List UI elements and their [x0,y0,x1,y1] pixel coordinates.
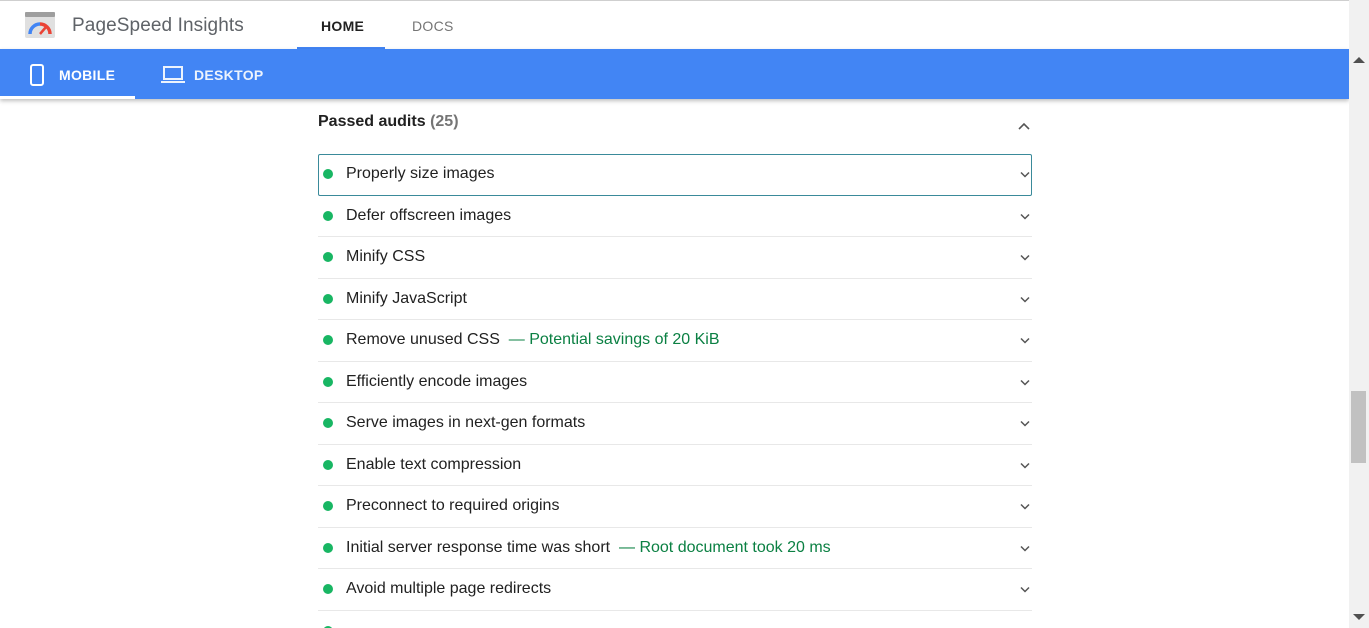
audit-title: Properly size images [346,165,495,182]
tab-home[interactable]: HOME [321,18,364,34]
audit-item[interactable]: Minify JavaScript [318,279,1032,320]
passed-audits-header[interactable]: Passed audits (25) [318,113,459,131]
chevron-down-icon [1020,213,1030,220]
chevron-down-icon [1020,337,1030,344]
chevron-down-icon [1020,503,1030,510]
audit-title: Avoid multiple page redirects [346,580,552,597]
scrollbar-thumb[interactable] [1351,391,1366,463]
audit-title: Serve images in next-gen formats [346,414,586,431]
chevron-down-icon [1020,462,1030,469]
smartphone-icon [30,64,44,86]
chevron-up-icon[interactable] [1018,122,1030,130]
app-title: PageSpeed Insights [72,15,244,36]
audit-item[interactable]: Defer offscreen images [318,196,1032,237]
pagespeed-logo-icon [25,12,55,38]
audit-savings: — Root document took 20 ms [619,538,831,556]
pass-indicator-icon [323,418,333,428]
audit-title: Initial server response time was short —… [346,538,831,556]
audit-item[interactable]: Initial server response time was short —… [318,528,1032,569]
chevron-down-icon [1020,379,1030,386]
active-device-indicator [0,96,135,99]
audit-item[interactable]: Minify CSS [318,237,1032,279]
chevron-down-icon [1020,545,1030,552]
audit-title: Preconnect to required origins [346,497,560,514]
pass-indicator-icon [323,335,333,345]
chevron-down-icon [1020,254,1030,261]
audit-item[interactable]: Avoid multiple page redirects [318,569,1032,611]
audit-title: Defer offscreen images [346,206,512,224]
audit-title: Enable text compression [346,455,522,473]
chevron-down-icon [1020,586,1030,593]
chevron-down-icon [1020,171,1030,178]
chevron-down-icon [1020,420,1030,427]
audit-title: Efficiently encode images [346,372,528,390]
audit-item[interactable]: Preconnect to required origins [318,486,1032,528]
pass-indicator-icon [323,584,333,594]
pass-indicator-icon [323,542,333,553]
top-header: PageSpeed Insights HOME DOCS [0,0,1349,50]
page-viewport: PageSpeed Insights HOME DOCS MOBILE DESK… [0,0,1349,628]
laptop-icon [161,66,185,83]
audit-title: Remove unused CSS — Potential savings of… [346,331,720,348]
vertical-scrollbar[interactable] [1349,0,1369,628]
pass-indicator-icon [323,169,333,179]
pass-indicator-icon [323,501,333,511]
pass-indicator-icon [323,376,333,387]
audit-item[interactable]: Serve images in next-gen formats [318,403,1032,445]
audit-item[interactable]: Properly size images [318,154,1032,196]
tab-mobile[interactable]: MOBILE [0,49,135,99]
scroll-up-arrow-icon[interactable] [1353,57,1365,63]
tab-docs[interactable]: DOCS [412,18,454,34]
pass-indicator-icon [323,252,333,262]
scroll-down-arrow-icon[interactable] [1353,614,1365,620]
audit-list: Properly size images Defer offscreen ima… [318,154,1032,628]
pass-indicator-icon [323,293,333,304]
section-title: Passed audits [318,113,426,130]
chevron-down-icon [1020,296,1030,303]
audit-item[interactable]: Efficiently encode images [318,362,1032,403]
audit-item[interactable]: Enable text compression [318,445,1032,486]
pass-indicator-icon [323,210,333,221]
device-tab-bar: MOBILE DESKTOP [0,49,1349,99]
audit-item[interactable] [318,611,1032,628]
audit-item[interactable]: Remove unused CSS — Potential savings of… [318,320,1032,362]
pass-indicator-icon [323,459,333,470]
audit-savings: — Potential savings of 20 KiB [508,331,720,348]
tab-desktop[interactable]: DESKTOP [135,49,275,99]
audit-title: Minify JavaScript [346,289,467,307]
tab-desktop-label: DESKTOP [194,67,264,83]
tab-mobile-label: MOBILE [59,67,116,83]
section-count: (25) [430,113,459,130]
audit-title: Minify CSS [346,248,426,265]
